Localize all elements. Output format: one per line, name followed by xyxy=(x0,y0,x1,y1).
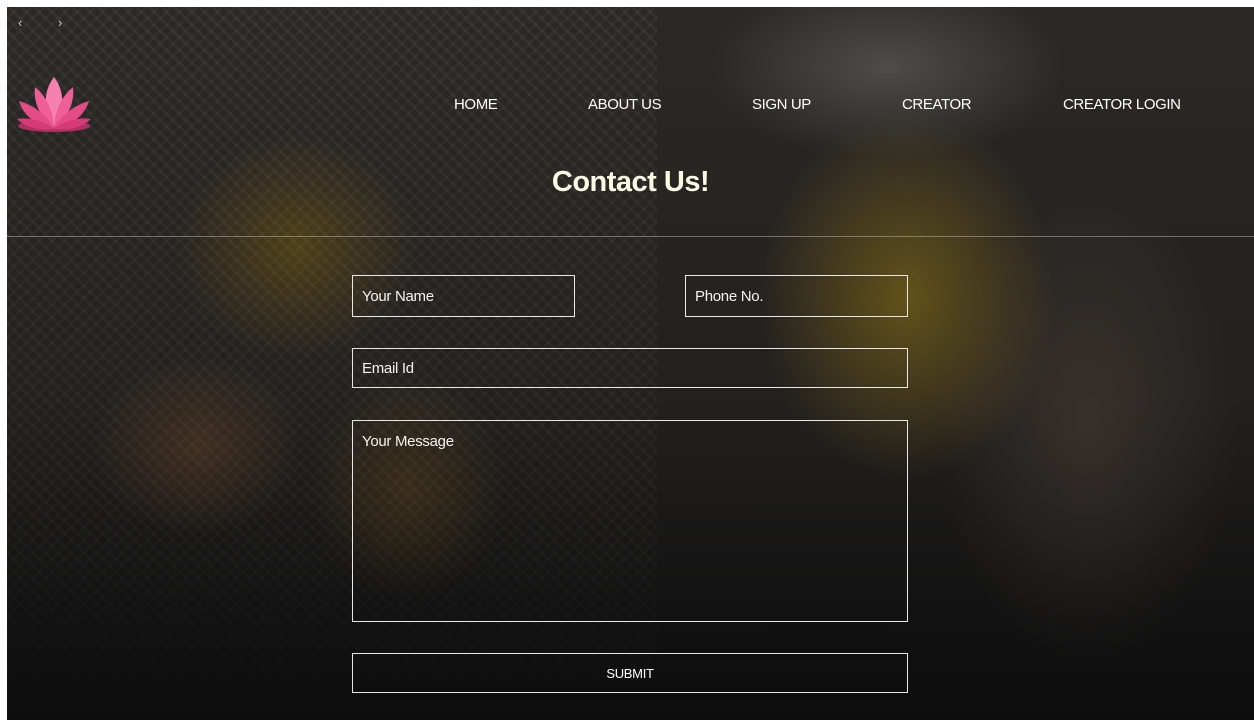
slider-prev-arrow-icon[interactable]: ‹ xyxy=(18,15,22,31)
main-nav: HOME ABOUT US SIGN UP CREATOR CREATOR LO… xyxy=(7,96,1254,118)
slider-next-arrow-icon[interactable]: › xyxy=(58,15,62,31)
page-title: Contact Us! xyxy=(551,166,710,198)
name-input[interactable] xyxy=(352,275,575,317)
nav-item-creator[interactable]: CREATOR xyxy=(902,96,972,113)
nav-item-home[interactable]: HOME xyxy=(454,96,498,113)
message-textarea[interactable] xyxy=(352,420,908,622)
submit-button[interactable]: SUBMIT xyxy=(352,653,908,693)
nav-item-creator-login[interactable]: CREATOR LOGIN xyxy=(1063,96,1181,113)
nav-item-sign-up[interactable]: SIGN UP xyxy=(752,96,811,113)
page-frame: ‹ › HOME ABOUT US SIGN UP CREATOR CREATO… xyxy=(7,7,1254,720)
phone-input[interactable] xyxy=(685,275,908,317)
header-divider xyxy=(7,236,1254,237)
nav-item-about-us[interactable]: ABOUT US xyxy=(588,96,662,113)
email-input[interactable] xyxy=(352,348,908,388)
